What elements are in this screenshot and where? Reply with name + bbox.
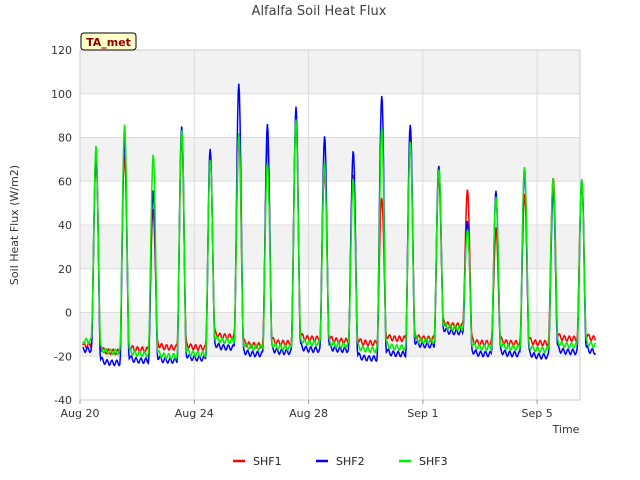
x-tick-label: Sep 1 <box>407 407 438 420</box>
badge-label: TA_met <box>86 36 131 49</box>
soil-heat-flux-chart: Alfalfa Soil Heat Flux -40 -20 0 20 40 60 80 10… <box>8 4 597 468</box>
legend-label-shf2: SHF2 <box>336 455 365 468</box>
y-tick-labels: -40 -20 0 20 40 60 80 100 120 <box>51 44 72 407</box>
x-tick-label: Aug 20 <box>61 407 100 420</box>
legend-label-shf3: SHF3 <box>419 455 448 468</box>
plot-band <box>80 93 580 138</box>
x-tick-label: Aug 24 <box>175 407 214 420</box>
x-axis-label: Time <box>552 423 580 436</box>
y-tick-label: 60 <box>58 175 72 188</box>
x-tick-labels: Aug 20 Aug 24 Aug 28 Sep 1 Sep 5 <box>61 400 553 420</box>
y-tick-label: 40 <box>58 219 72 232</box>
legend-label-shf1: SHF1 <box>253 455 282 468</box>
chart-title: Alfalfa Soil Heat Flux <box>252 4 387 19</box>
y-tick-label: 100 <box>51 88 72 101</box>
y-tick-label: 120 <box>51 44 72 57</box>
y-tick-label: 80 <box>58 132 72 145</box>
x-tick-label: Sep 5 <box>522 407 553 420</box>
ta-met-badge: TA_met <box>80 32 137 51</box>
y-axis-label: Soil Heat Flux (W/m2) <box>8 165 21 285</box>
y-tick-label: 20 <box>58 263 72 276</box>
plot-band <box>80 50 580 94</box>
plot-band <box>80 356 580 400</box>
y-tick-label: -20 <box>54 350 72 363</box>
legend: SHF1 SHF2 SHF3 <box>233 455 448 468</box>
y-tick-label: -40 <box>54 394 72 407</box>
y-tick-label: 0 <box>65 307 72 320</box>
x-tick-label: Aug 28 <box>289 407 328 420</box>
